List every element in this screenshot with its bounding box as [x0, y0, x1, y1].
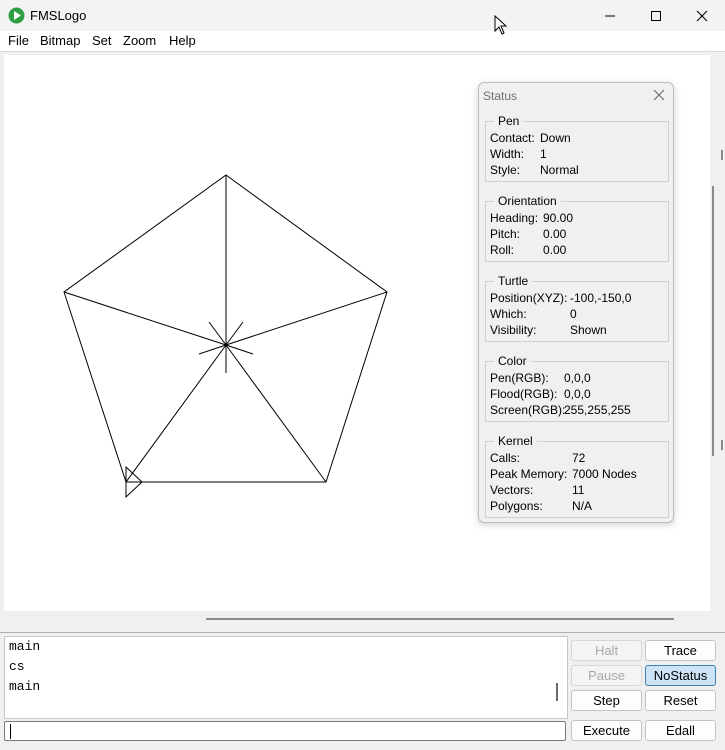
command-history-list[interactable]: main cs main: [4, 636, 568, 719]
pen-contact-label: Contact:: [490, 131, 535, 145]
turtle-which-value: 0: [570, 307, 577, 321]
kernel-calls-value: 72: [572, 451, 586, 465]
fmslogo-app-icon: [8, 7, 25, 24]
reset-button[interactable]: Reset: [645, 690, 716, 711]
vertical-scrollbar-marker: [721, 150, 723, 160]
spoke-line: [125, 344, 227, 483]
spoke-line: [225, 344, 327, 483]
kernel-peak-memory-value: 7000 Nodes: [572, 467, 637, 481]
orientation-roll-value: 0.00: [543, 243, 567, 257]
menu-file[interactable]: File: [8, 33, 29, 48]
orientation-pitch-value: 0.00: [543, 227, 567, 241]
menu-zoom[interactable]: Zoom: [123, 33, 156, 48]
kernel-calls-label: Calls:: [490, 451, 521, 465]
maximize-icon: [651, 10, 661, 21]
color-pen-label: Pen(RGB):: [490, 371, 549, 385]
spoke-line: [225, 291, 388, 346]
kernel-polygons-value: N/A: [572, 499, 593, 513]
edall-button[interactable]: Edall: [645, 720, 716, 741]
group-title-pen: Pen: [494, 114, 524, 128]
history-line[interactable]: main: [9, 639, 40, 654]
star-stroke: [225, 344, 254, 355]
menu-help[interactable]: Help: [169, 33, 196, 48]
pen-contact-value: Down: [540, 131, 571, 145]
step-button[interactable]: Step: [571, 690, 642, 711]
color-screen-label: Screen(RGB):: [490, 403, 566, 417]
close-icon: [696, 10, 708, 21]
pause-button[interactable]: Pause: [571, 665, 642, 686]
orientation-roll-label: Roll:: [490, 243, 515, 257]
window-title: FMSLogo: [30, 8, 87, 23]
nostatus-button[interactable]: NoStatus: [645, 665, 716, 686]
minimize-icon: [605, 15, 615, 16]
color-flood-value: 0,0,0: [564, 387, 591, 401]
pen-style-value: Normal: [540, 163, 579, 177]
star-stroke: [225, 321, 244, 346]
close-button[interactable]: [679, 0, 725, 31]
status-group-color: Color Pen(RGB): 0,0,0 Flood(RGB): 0,0,0 …: [485, 354, 669, 422]
menu-bitmap[interactable]: Bitmap: [40, 33, 80, 48]
turtle-visibility-value: Shown: [570, 323, 607, 337]
vertical-scrollbar-thumb[interactable]: [712, 186, 714, 456]
orientation-heading-label: Heading:: [490, 211, 539, 225]
pen-width-value: 1: [540, 147, 547, 161]
turtle-position-label: Position(XYZ):: [490, 291, 568, 305]
menu-bar: File Bitmap Set Zoom Help: [0, 31, 725, 52]
pen-width-label: Width:: [490, 147, 525, 161]
status-group-kernel: Kernel Calls: 72 Peak Memory: 7000 Nodes…: [485, 434, 669, 518]
turtle-position-value: -100,-150,0: [570, 291, 632, 305]
menu-set[interactable]: Set: [92, 33, 112, 48]
horizontal-scrollbar-thumb[interactable]: [206, 618, 674, 620]
history-scrollbar-thumb[interactable]: [556, 683, 558, 701]
color-flood-label: Flood(RGB):: [490, 387, 558, 401]
group-title-turtle: Turtle: [494, 274, 533, 288]
kernel-polygons-label: Polygons:: [490, 499, 543, 513]
color-screen-value: 255,255,255: [564, 403, 631, 417]
minimize-button[interactable]: [587, 0, 633, 31]
spoke-line: [63, 291, 227, 346]
turtle-visibility-label: Visibility:: [490, 323, 537, 337]
status-window: Status Pen Contact: Down Width: 1 Style:…: [478, 82, 674, 523]
kernel-vectors-label: Vectors:: [490, 483, 534, 497]
star-stroke: [208, 321, 227, 346]
group-title-orientation: Orientation: [494, 194, 561, 208]
title-bar[interactable]: FMSLogo: [0, 0, 725, 31]
history-line[interactable]: main: [9, 679, 40, 694]
pen-style-label: Style:: [490, 163, 521, 177]
trace-button[interactable]: Trace: [645, 640, 716, 661]
orientation-pitch-label: Pitch:: [490, 227, 521, 241]
status-group-pen: Pen Contact: Down Width: 1 Style: Normal: [485, 114, 669, 182]
turtle-which-label: Which:: [490, 307, 527, 321]
status-close-icon[interactable]: [651, 87, 667, 103]
status-group-turtle: Turtle Position(XYZ): -100,-150,0 Which:…: [485, 274, 669, 342]
halt-button[interactable]: Halt: [571, 640, 642, 661]
kernel-vectors-value: 11: [572, 483, 585, 497]
orientation-heading-value: 90.00: [543, 211, 574, 225]
group-title-kernel: Kernel: [494, 434, 537, 448]
status-group-orientation: Orientation Heading: 90.00 Pitch: 0.00 R…: [485, 194, 669, 262]
star-stroke: [198, 344, 227, 355]
status-title: Status: [483, 89, 518, 103]
maximize-button[interactable]: [633, 0, 679, 31]
command-input[interactable]: [4, 721, 566, 741]
history-line[interactable]: cs: [9, 659, 25, 674]
execute-button[interactable]: Execute: [571, 720, 642, 741]
commander-divider[interactable]: [0, 632, 725, 633]
group-title-color: Color: [494, 354, 531, 368]
text-caret: [10, 724, 11, 739]
vertical-scrollbar-marker: [721, 440, 723, 450]
color-pen-value: 0,0,0: [564, 371, 591, 385]
kernel-peak-memory-label: Peak Memory:: [490, 467, 568, 481]
mouse-pointer-icon: [494, 15, 508, 35]
